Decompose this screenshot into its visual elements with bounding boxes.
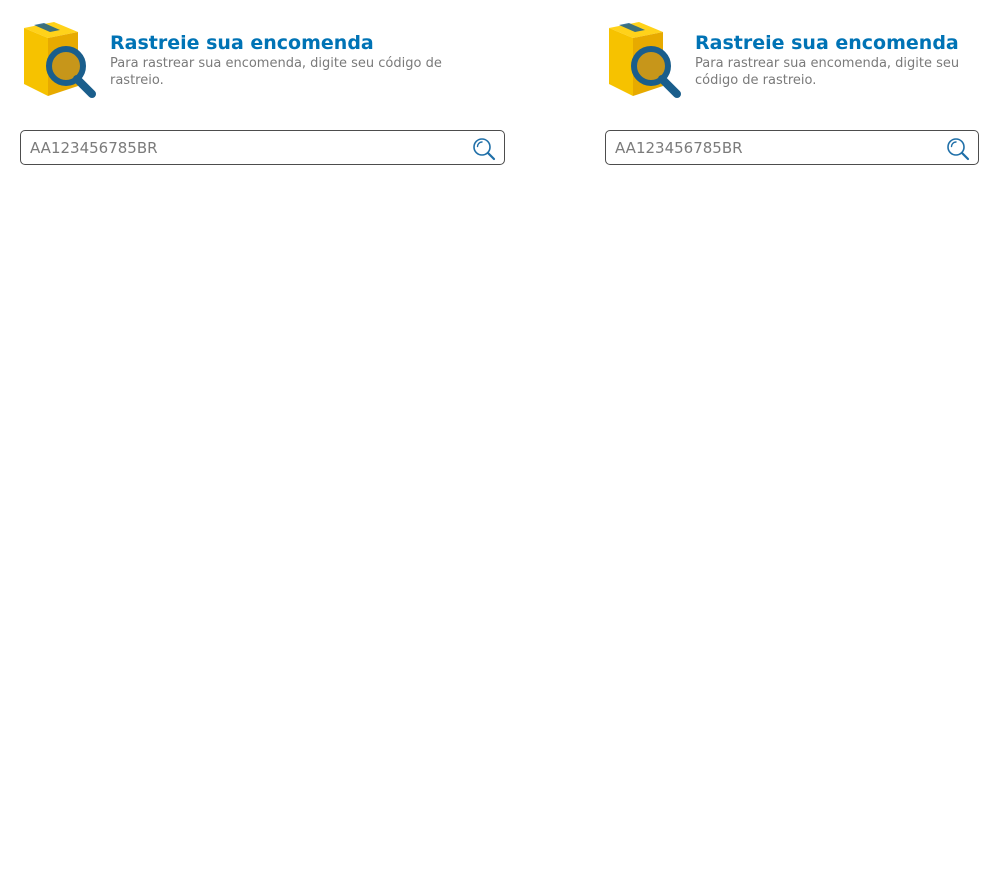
tracking-header: Rastreie sua encomenda Para rastrear sua… bbox=[605, 0, 979, 100]
tracking-header: Rastreie sua encomenda Para rastrear sua… bbox=[20, 0, 505, 100]
tracking-title: Rastreie sua encomenda bbox=[695, 32, 959, 54]
tracking-widget-left: Rastreie sua encomenda Para rastrear sua… bbox=[20, 0, 505, 165]
search-icon bbox=[946, 137, 970, 161]
package-magnifier-icon bbox=[605, 20, 685, 100]
search-button[interactable] bbox=[946, 137, 970, 161]
tracking-search-box bbox=[605, 130, 979, 165]
tracking-texts: Rastreie sua encomenda Para rastrear sua… bbox=[110, 31, 505, 89]
tracking-code-input[interactable] bbox=[615, 131, 934, 164]
search-icon bbox=[472, 137, 496, 161]
search-button[interactable] bbox=[472, 137, 496, 161]
tracking-subtitle: Para rastrear sua encomenda, digite seu … bbox=[695, 56, 960, 88]
package-magnifier-icon bbox=[20, 20, 100, 100]
tracking-title: Rastreie sua encomenda bbox=[110, 32, 374, 54]
tracking-widget-right: Rastreie sua encomenda Para rastrear sua… bbox=[605, 0, 979, 165]
tracking-search-box bbox=[20, 130, 505, 165]
tracking-texts: Rastreie sua encomenda Para rastrear sua… bbox=[695, 31, 979, 89]
tracking-subtitle: Para rastrear sua encomenda, digite seu … bbox=[110, 56, 442, 88]
tracking-code-input[interactable] bbox=[30, 131, 460, 164]
